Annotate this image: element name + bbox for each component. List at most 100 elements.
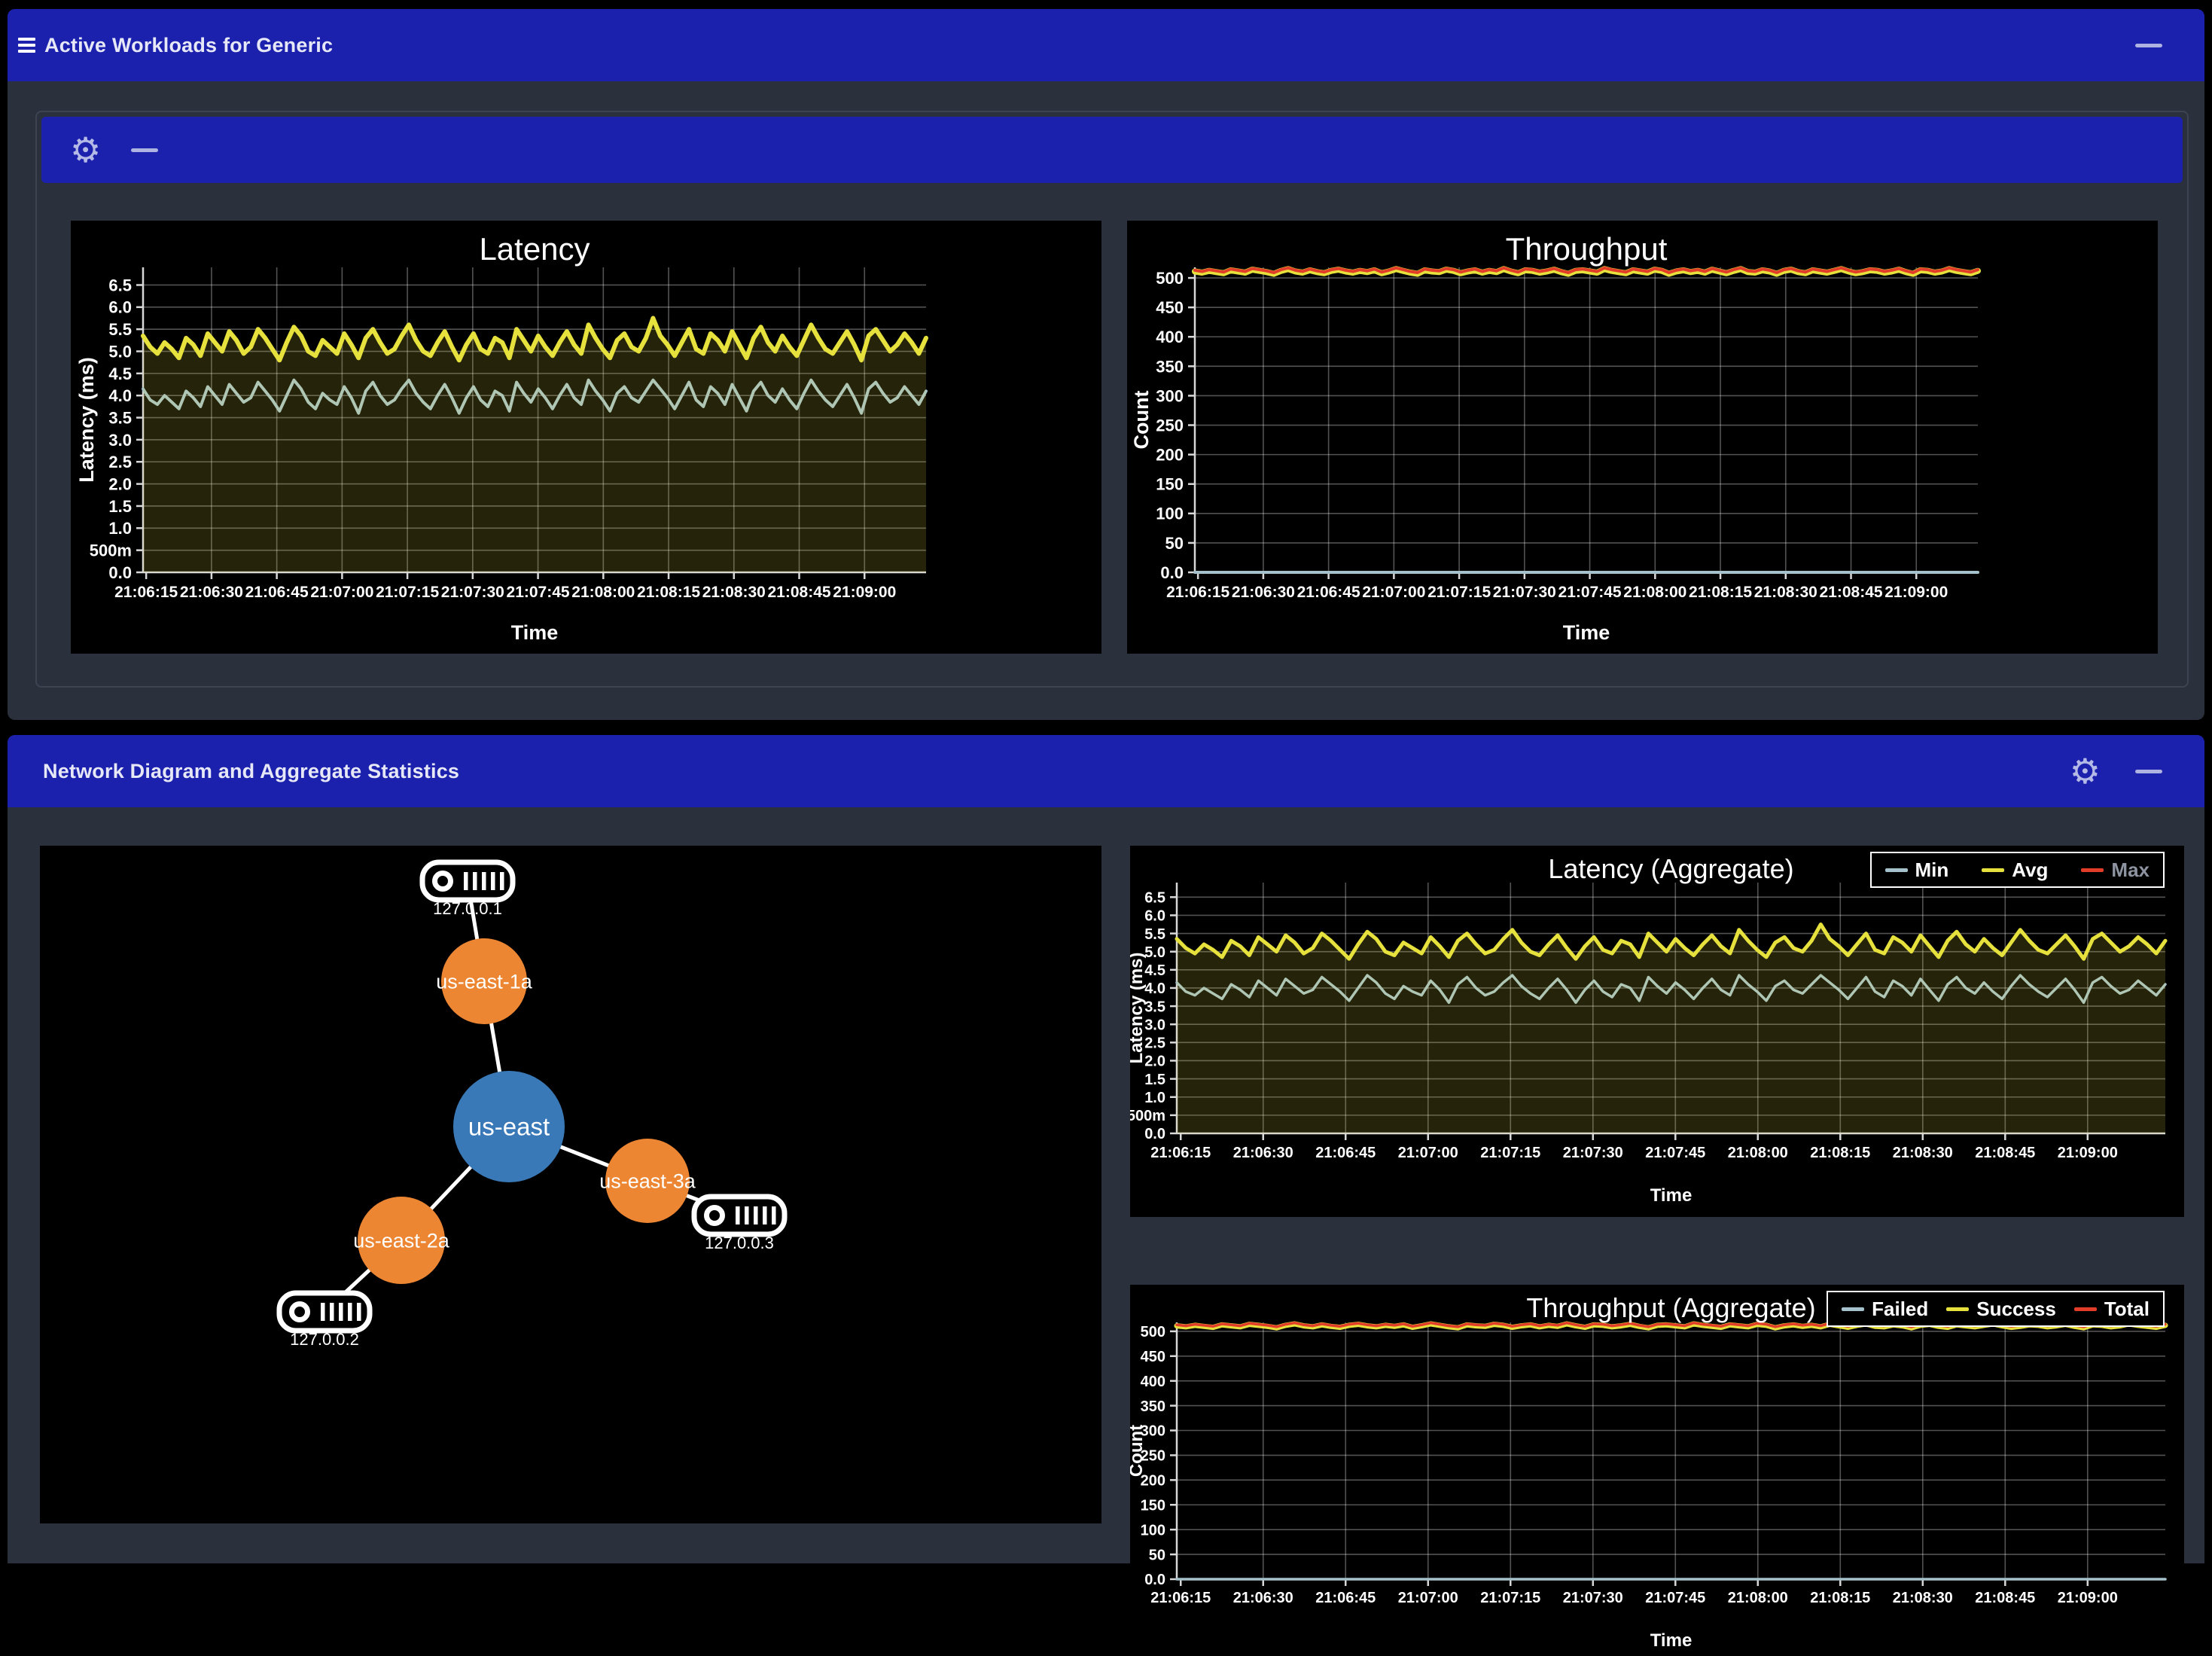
x-tick-label: 21:07:30 — [441, 584, 504, 601]
y-tick-label: 150 — [1141, 1497, 1165, 1514]
throughput-plot-area[interactable]: 0.05010015020025030035040045050021:06:15… — [1127, 221, 2158, 654]
x-tick-label: 21:09:00 — [1884, 584, 1948, 601]
latency-chart[interactable]: Latency 0.0500m1.01.52.02.53.03.54.04.55… — [71, 221, 1101, 654]
x-tick-label: 21:06:30 — [1232, 584, 1295, 601]
y-tick-label: 3.5 — [1144, 999, 1165, 1015]
x-tick-label: 21:06:45 — [1315, 1145, 1376, 1161]
y-tick-label: 500m — [1130, 1108, 1165, 1124]
menu-icon[interactable] — [18, 38, 35, 53]
x-tick-label: 21:06:45 — [1297, 584, 1360, 601]
panel2-collapse-icon[interactable] — [2135, 770, 2162, 773]
legend-label: Total — [2104, 1298, 2150, 1321]
x-tick-label: 21:08:30 — [702, 584, 766, 601]
server-ip-label: 127.0.0.2 — [290, 1330, 359, 1349]
latency-aggregate-plot-area[interactable]: 0.0500m1.01.52.02.53.03.54.04.55.05.56.0… — [1130, 846, 2184, 1217]
panel1-collapse-icon[interactable] — [2135, 44, 2162, 47]
legend-label: Avg — [2012, 858, 2048, 882]
legend-entry-avg[interactable]: Avg — [1982, 858, 2048, 882]
y-tick-label: 500 — [1156, 269, 1184, 288]
network-diagram-canvas[interactable]: 127.0.0.1127.0.0.2127.0.0.3us-eastus-eas… — [40, 846, 1101, 1523]
y-tick-label: 450 — [1156, 298, 1184, 317]
gear-icon[interactable]: ⚙ — [2070, 754, 2101, 788]
x-axis-label: Time — [1650, 1630, 1693, 1651]
y-tick-label: 50 — [1149, 1547, 1165, 1563]
y-tick-label: 100 — [1156, 505, 1184, 523]
y-tick-label: 4.5 — [108, 364, 132, 383]
x-tick-label: 21:08:00 — [571, 584, 635, 601]
gear-icon[interactable]: ⚙ — [70, 133, 101, 167]
y-tick-label: 3.0 — [1144, 1017, 1165, 1033]
x-tick-label: 21:08:15 — [1810, 1145, 1870, 1161]
y-tick-label: 400 — [1141, 1374, 1165, 1390]
y-tick-label: 5.5 — [1144, 926, 1165, 943]
legend-entry-total[interactable]: Total — [2074, 1298, 2150, 1321]
x-tick-label: 21:06:30 — [1233, 1145, 1293, 1161]
x-tick-label: 21:08:45 — [1975, 1590, 2035, 1606]
legend-label: Min — [1915, 858, 1949, 882]
y-tick-label: 2.5 — [108, 453, 132, 471]
workloads-toolbar[interactable]: ⚙ — [41, 117, 2183, 183]
latency-aggregate-chart[interactable]: Latency (Aggregate) 0.0500m1.01.52.02.53… — [1130, 846, 2184, 1217]
server-icon[interactable]: 127.0.0.2 — [279, 1293, 370, 1349]
y-tick-label: 500m — [90, 541, 132, 560]
legend-entry-success[interactable]: Success — [1946, 1298, 2056, 1321]
x-tick-label: 21:07:45 — [1645, 1590, 1705, 1606]
latency-aggregate-legend[interactable]: Min Avg Max — [1870, 852, 2165, 888]
legend-swatch — [1982, 868, 2004, 872]
network-node-label: us-east-1a — [436, 970, 533, 993]
x-tick-label: 21:09:00 — [2058, 1590, 2118, 1606]
x-tick-label: 21:08:45 — [767, 584, 830, 601]
y-tick-label: 6.5 — [1144, 890, 1165, 907]
y-axis-label: Latency (ms) — [1130, 952, 1147, 1063]
x-tick-label: 21:07:15 — [1480, 1590, 1540, 1606]
legend-swatch — [2074, 1307, 2097, 1311]
x-axis-label: Time — [1650, 1185, 1693, 1206]
x-tick-label: 21:07:15 — [376, 584, 439, 601]
throughput-chart[interactable]: Throughput 0.050100150200250300350400450… — [1127, 221, 2158, 654]
x-tick-label: 21:06:45 — [245, 584, 309, 601]
legend-entry-min[interactable]: Min — [1885, 858, 1949, 882]
x-tick-label: 21:09:00 — [833, 584, 896, 601]
panel2-header[interactable]: Network Diagram and Aggregate Statistics… — [8, 735, 2204, 807]
throughput-aggregate-legend[interactable]: Failed Success Total — [1827, 1291, 2165, 1327]
network-diagram[interactable]: 127.0.0.1127.0.0.2127.0.0.3us-eastus-eas… — [40, 846, 1101, 1523]
y-axis-label: Count — [1130, 391, 1153, 450]
x-tick-label: 21:08:45 — [1819, 584, 1882, 601]
legend-swatch — [1946, 1307, 1969, 1311]
throughput-aggregate-plot-area[interactable]: 0.05010015020025030035040045050021:06:15… — [1130, 1285, 2184, 1656]
panel2-title: Network Diagram and Aggregate Statistics — [43, 760, 459, 783]
y-tick-label: 300 — [1156, 386, 1184, 405]
server-icon[interactable]: 127.0.0.3 — [694, 1197, 785, 1252]
y-axis-label: Latency (ms) — [75, 357, 98, 483]
server-icon[interactable]: 127.0.0.1 — [422, 862, 513, 918]
y-tick-label: 150 — [1156, 475, 1184, 494]
y-tick-label: 2.0 — [108, 475, 132, 494]
y-tick-label: 350 — [1141, 1398, 1165, 1415]
toolbar-collapse-icon[interactable] — [131, 148, 158, 152]
x-tick-label: 21:09:00 — [2058, 1145, 2118, 1161]
x-tick-label: 21:08:15 — [1689, 584, 1752, 601]
x-tick-label: 21:07:45 — [1645, 1145, 1705, 1161]
y-tick-label: 4.5 — [1144, 962, 1165, 979]
server-ip-label: 127.0.0.1 — [433, 899, 502, 918]
x-tick-label: 21:08:00 — [1623, 584, 1686, 601]
panel1-header[interactable]: Active Workloads for Generic — [8, 9, 2204, 81]
y-tick-label: 400 — [1156, 328, 1184, 346]
x-tick-label: 21:08:00 — [1728, 1145, 1788, 1161]
x-tick-label: 21:06:15 — [1166, 584, 1229, 601]
y-tick-label: 3.0 — [108, 431, 132, 450]
series-fill-avg — [143, 319, 926, 573]
panel1-title: Active Workloads for Generic — [44, 34, 333, 57]
legend-entry-failed[interactable]: Failed — [1842, 1298, 1928, 1321]
x-tick-label: 21:08:45 — [1975, 1145, 2035, 1161]
x-tick-label: 21:08:00 — [1728, 1590, 1788, 1606]
server-ip-label: 127.0.0.3 — [705, 1234, 774, 1252]
y-tick-label: 1.0 — [108, 519, 132, 538]
legend-label: Max — [2111, 858, 2150, 882]
legend-entry-max[interactable]: Max — [2081, 858, 2150, 882]
latency-plot-area[interactable]: 0.0500m1.01.52.02.53.03.54.04.55.05.56.0… — [71, 221, 1101, 654]
y-tick-label: 4.0 — [1144, 980, 1165, 997]
x-tick-label: 21:08:30 — [1893, 1590, 1953, 1606]
x-tick-label: 21:06:45 — [1315, 1590, 1376, 1606]
throughput-aggregate-chart[interactable]: Throughput (Aggregate) 0.050100150200250… — [1130, 1285, 2184, 1656]
